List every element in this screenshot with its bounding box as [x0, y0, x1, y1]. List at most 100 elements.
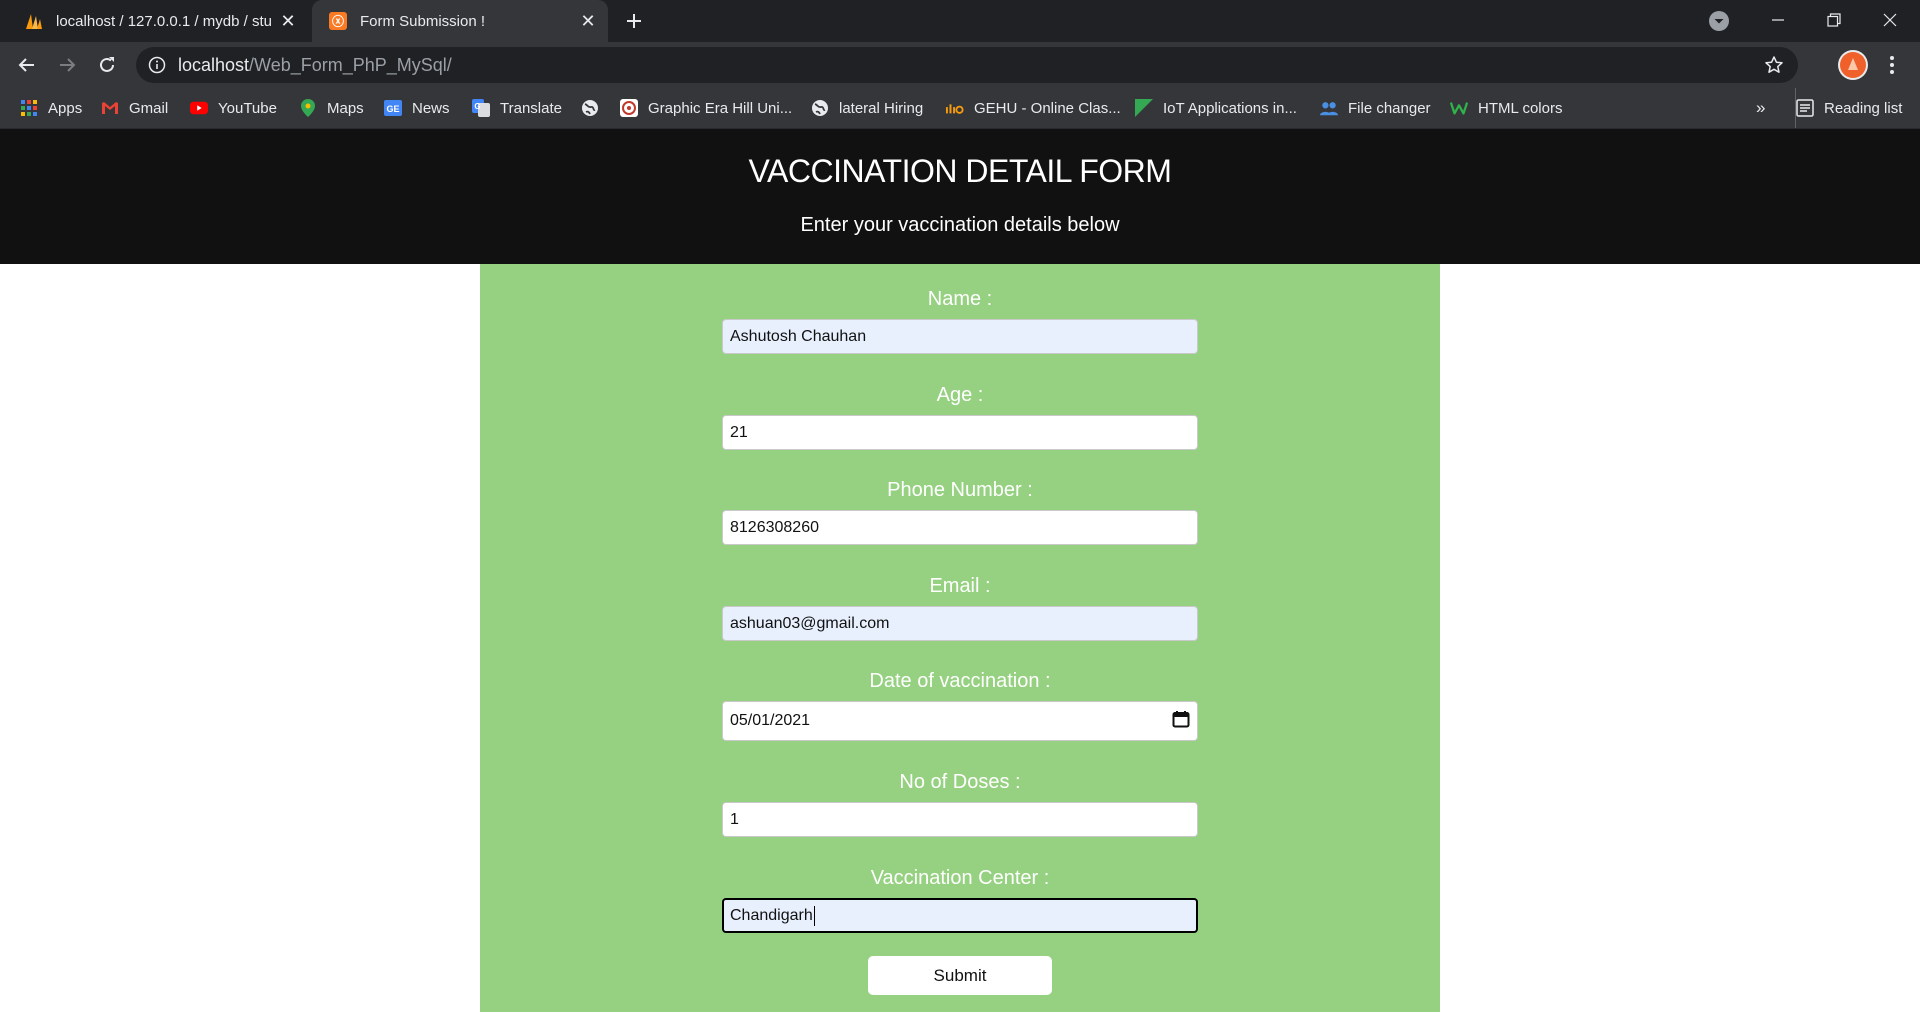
name-input[interactable]: Ashutosh Chauhan — [722, 319, 1198, 354]
site-info-icon[interactable] — [148, 56, 166, 74]
bookmark-youtube[interactable]: YouTube — [190, 88, 277, 128]
date-value: 05/01/2021 — [730, 712, 811, 729]
age-label: Age : — [936, 384, 984, 406]
email-input[interactable]: ashuan03@gmail.com — [722, 606, 1198, 641]
back-icon[interactable] — [11, 49, 43, 81]
bookmarks-overflow-button[interactable]: » — [1756, 88, 1765, 128]
reload-icon[interactable] — [91, 49, 123, 81]
reading-list-label: Reading list — [1824, 99, 1903, 117]
maps-icon — [299, 99, 317, 117]
url-host: localhost — [178, 55, 250, 75]
xampp-icon: ⓧ — [328, 11, 348, 31]
doses-label: No of Doses : — [899, 771, 1021, 793]
bookmark-label: IoT Applications in... — [1163, 99, 1297, 117]
email-value: ashuan03@gmail.com — [730, 614, 890, 632]
phone-label: Phone Number : — [887, 479, 1033, 501]
close-window-button[interactable] — [1862, 0, 1918, 40]
bookmark-label: Gmail — [129, 99, 169, 117]
bookmark-label: Translate — [500, 99, 562, 117]
new-tab-button[interactable] — [620, 7, 648, 35]
bookmark-html-colors[interactable]: HTML colors — [1450, 88, 1562, 128]
doses-value: 1 — [730, 810, 739, 828]
calendar-icon[interactable] — [1172, 710, 1190, 733]
bookmark-gehu[interactable]: GEHU - Online Clas... — [946, 88, 1121, 128]
bookmark-label: YouTube — [218, 99, 277, 117]
center-label: Vaccination Center : — [870, 867, 1050, 889]
globe-icon — [811, 99, 829, 117]
address-bar[interactable]: localhost/Web_Form_PhP_MySql/ — [136, 47, 1798, 83]
bookmark-label: File changer — [1348, 99, 1431, 117]
bookmark-label: GEHU - Online Clas... — [974, 99, 1121, 117]
browser-menu-icon[interactable] — [1880, 49, 1904, 81]
text-caret — [813, 905, 815, 926]
age-input[interactable]: 21 — [722, 415, 1198, 450]
bookmark-graphic-era[interactable]: Graphic Era Hill Uni... — [620, 88, 792, 128]
svg-text:G: G — [474, 102, 480, 111]
bookmark-lateral-hiring[interactable]: lateral Hiring — [811, 88, 923, 128]
bookmark-label: News — [412, 99, 450, 117]
tab-form-submission[interactable]: ⓧ Form Submission ! ✕ — [312, 0, 608, 42]
bookmark-news[interactable]: GE News — [384, 88, 450, 128]
reading-list-button[interactable]: Reading list — [1795, 88, 1902, 128]
bookmark-label: Apps — [48, 99, 83, 117]
apps-grid-icon — [20, 99, 38, 117]
tab-search-icon[interactable] — [1708, 10, 1730, 32]
page-subtitle: Enter your vaccination details below — [800, 214, 1120, 236]
page-title: VACCINATION DETAIL FORM — [748, 153, 1172, 189]
bookmark-file-changer[interactable]: File changer — [1320, 88, 1431, 128]
date-input[interactable]: 05/01/2021 — [722, 701, 1198, 741]
w-icon — [1450, 99, 1468, 117]
gmail-icon — [101, 99, 119, 117]
gehu-icon — [946, 99, 964, 117]
bookmark-label: Maps — [327, 99, 364, 117]
flag-icon — [1135, 99, 1153, 117]
bookmark-label: HTML colors — [1478, 99, 1563, 117]
doses-input[interactable]: 1 — [722, 802, 1198, 837]
tab-phpmyadmin[interactable]: localhost / 127.0.0.1 / mydb / stu ✕ — [8, 0, 308, 42]
bookmark-apps[interactable]: Apps — [20, 88, 82, 128]
svg-text:GE: GE — [386, 104, 399, 114]
age-value: 21 — [730, 423, 748, 441]
profile-avatar[interactable] — [1838, 50, 1868, 80]
bookmark-label: lateral Hiring — [839, 99, 924, 117]
center-input[interactable]: Chandigarh — [722, 898, 1198, 933]
svg-text:ⓧ: ⓧ — [332, 14, 344, 29]
restore-button[interactable] — [1806, 0, 1862, 40]
bookmark-gmail[interactable]: Gmail — [101, 88, 168, 128]
phone-input[interactable]: 8126308260 — [722, 510, 1198, 545]
tab-title: Form Submission ! — [360, 12, 486, 30]
phpmyadmin-icon — [24, 11, 44, 31]
close-tab-icon[interactable]: ✕ — [574, 7, 602, 35]
name-value: Ashutosh Chauhan — [730, 327, 867, 345]
bookmark-iot[interactable]: IoT Applications in... — [1135, 88, 1297, 128]
people-icon — [1320, 99, 1338, 117]
email-label: Email : — [929, 575, 991, 597]
vaccination-form: Name : Ashutosh Chauhan Age : 21 Phone N… — [480, 264, 1440, 1012]
youtube-icon — [190, 99, 208, 117]
close-tab-icon[interactable]: ✕ — [274, 7, 302, 35]
browser-toolbar: localhost/Web_Form_PhP_MySql/ — [0, 42, 1920, 88]
university-icon — [620, 99, 638, 117]
url-text: localhost/Web_Form_PhP_MySql/ — [178, 55, 452, 76]
phone-value: 8126308260 — [730, 518, 819, 536]
bookmarks-bar: Apps Gmail YouTube Maps GE News G Transl… — [0, 88, 1920, 129]
bookmark-maps[interactable]: Maps — [299, 88, 364, 128]
url-path: /Web_Form_PhP_MySql/ — [249, 55, 452, 75]
minimize-button[interactable] — [1750, 0, 1806, 40]
globe-icon — [581, 99, 599, 117]
tab-title: localhost / 127.0.0.1 / mydb / stu — [56, 12, 272, 30]
forward-icon[interactable] — [51, 49, 83, 81]
page-header: VACCINATION DETAIL FORM Enter your vacci… — [0, 129, 1920, 264]
news-icon: GE — [384, 99, 402, 117]
translate-icon: G — [472, 99, 490, 117]
name-label: Name : — [927, 288, 993, 310]
date-label: Date of vaccination : — [869, 670, 1051, 692]
center-value: Chandigarh — [730, 906, 813, 924]
bookmark-globe[interactable] — [581, 88, 609, 128]
submit-button[interactable]: Submit — [868, 956, 1052, 995]
browser-tab-strip: localhost / 127.0.0.1 / mydb / stu ✕ ⓧ F… — [0, 0, 1920, 42]
bookmark-star-icon[interactable] — [1764, 55, 1784, 75]
bookmark-translate[interactable]: G Translate — [472, 88, 562, 128]
bookmark-label: Graphic Era Hill Uni... — [648, 99, 793, 117]
reading-list-icon — [1796, 99, 1814, 117]
